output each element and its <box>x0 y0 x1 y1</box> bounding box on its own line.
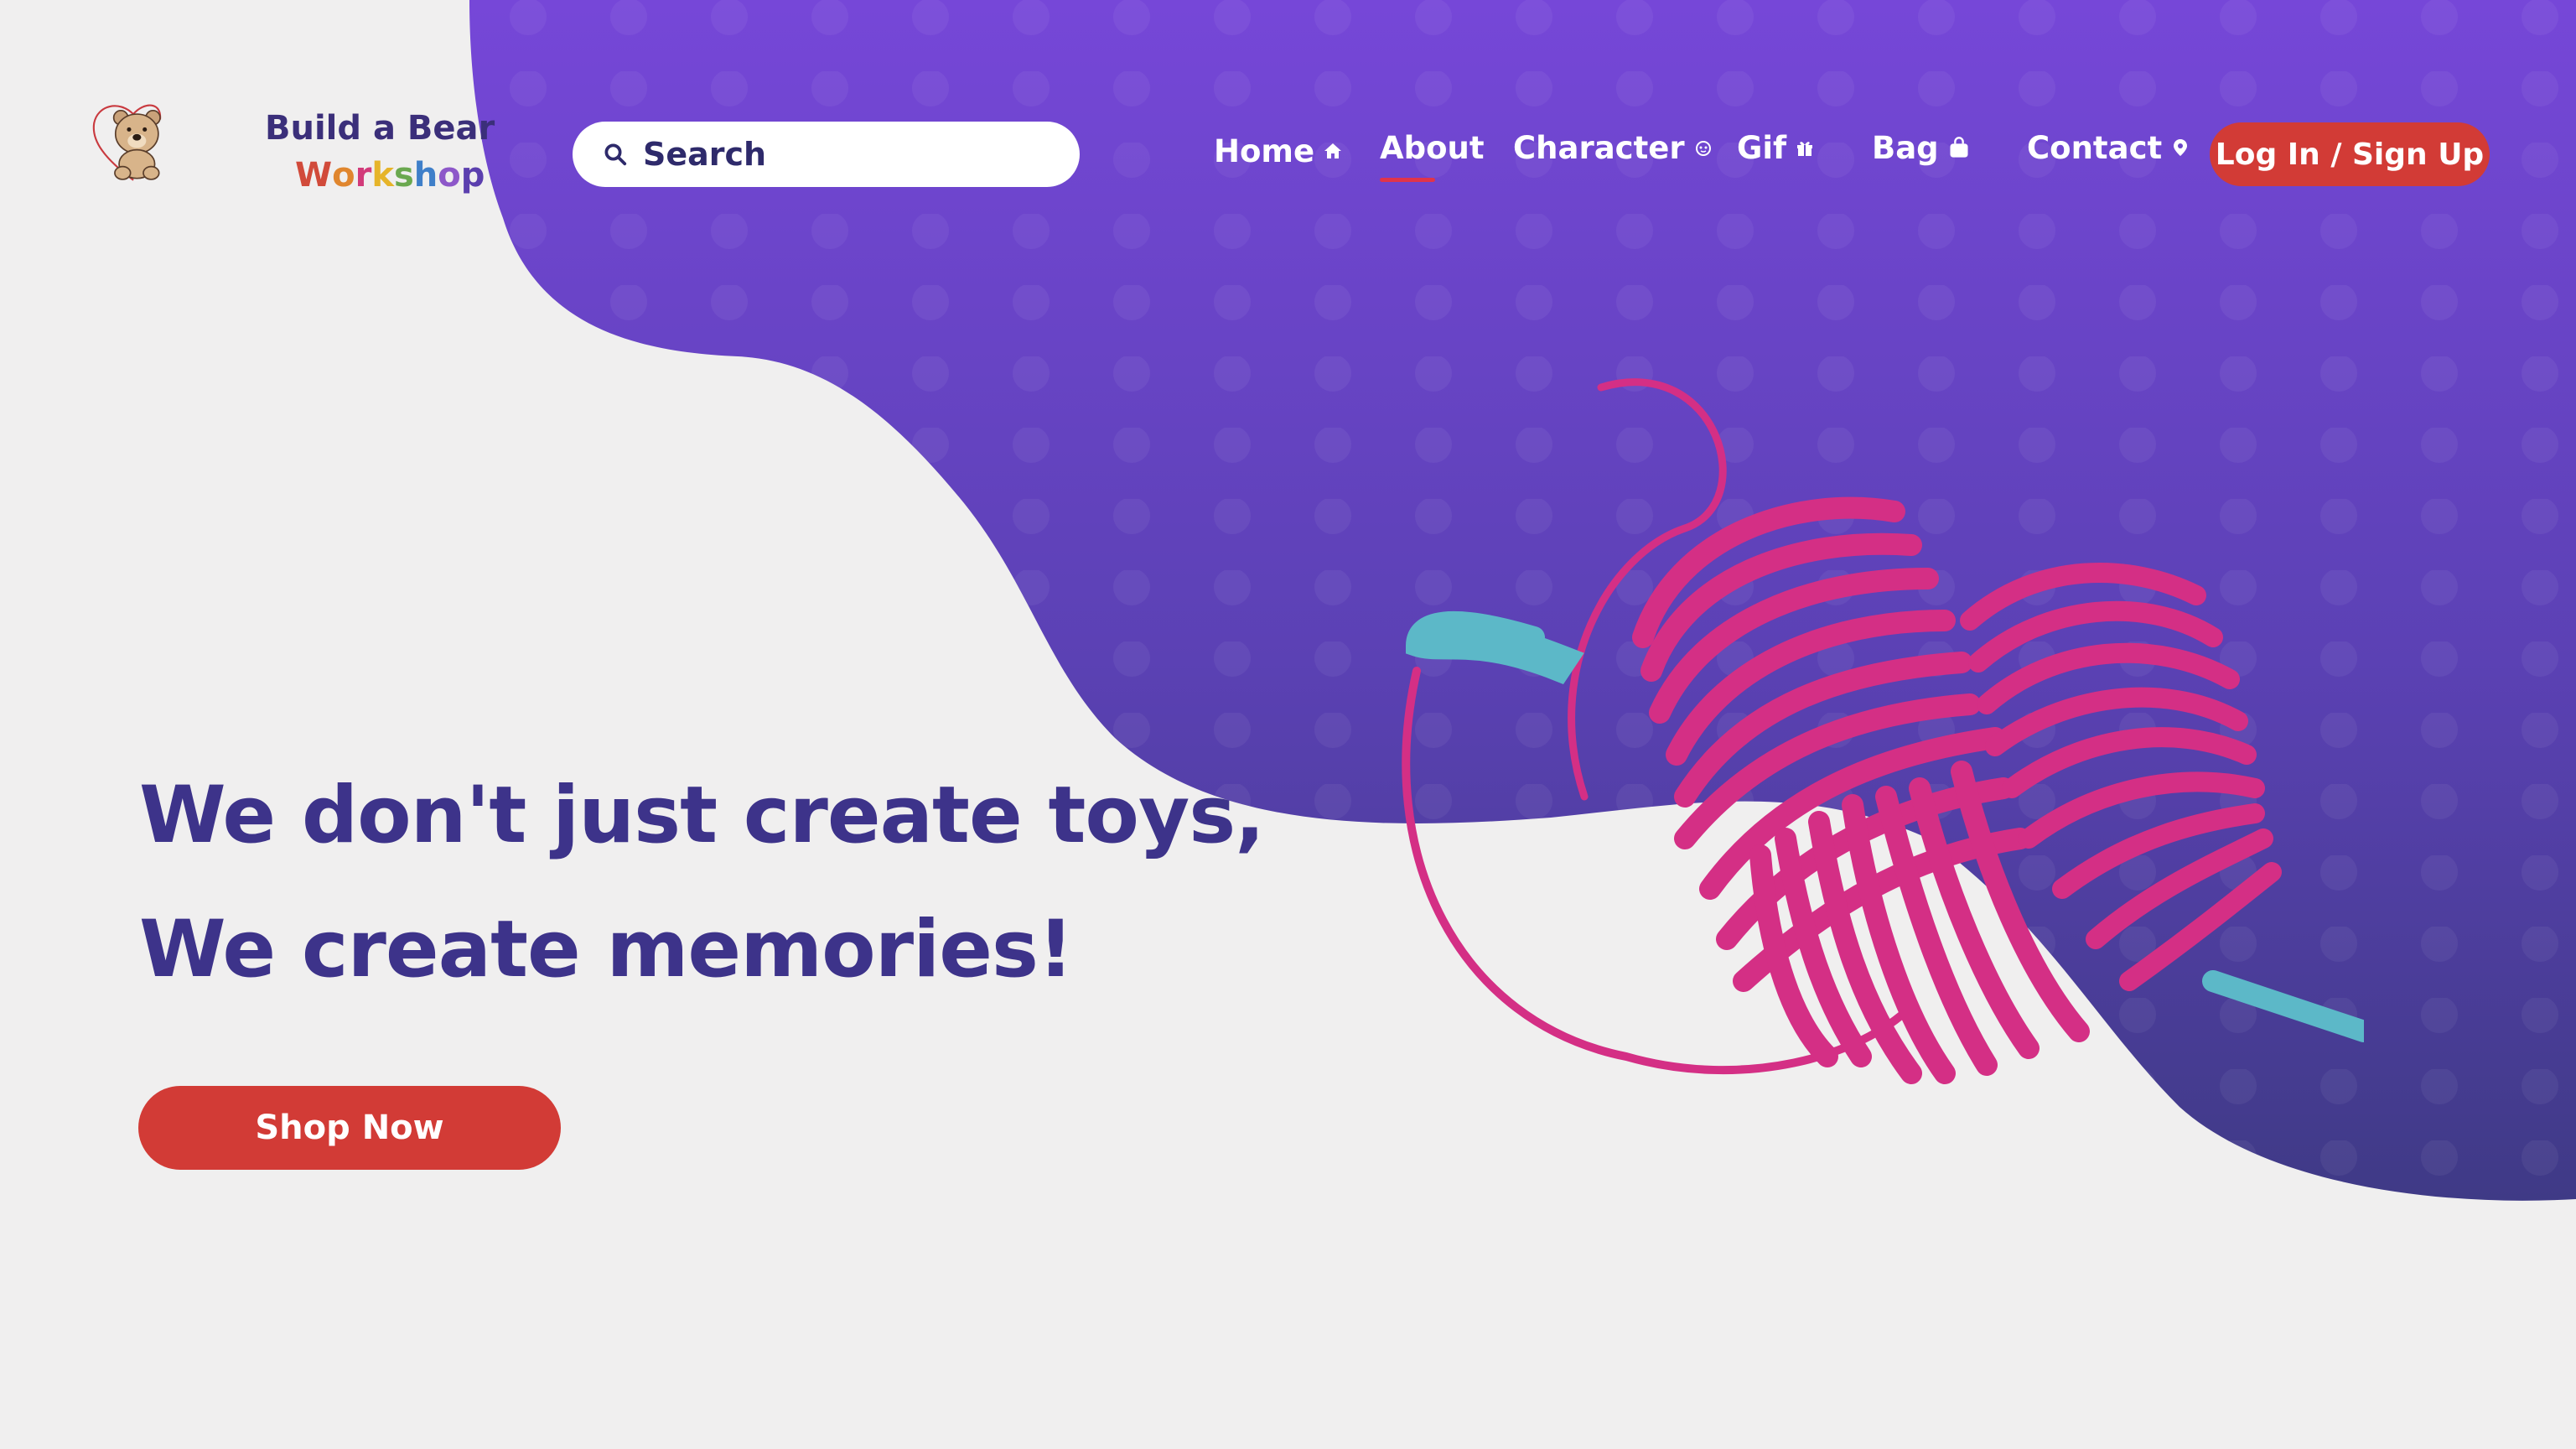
nav-home-label: Home <box>1214 132 1315 169</box>
search-input[interactable] <box>641 135 1047 174</box>
search-icon <box>604 143 627 166</box>
hero-headline-line1: We don't just create toys, <box>139 770 1265 861</box>
logo-letter: o <box>332 156 355 195</box>
nav-about[interactable]: About <box>1380 122 1485 173</box>
crochet-needle-right <box>2202 970 2364 1042</box>
hero-headline-line2: We create memories! <box>139 904 1074 995</box>
gift-icon <box>1797 142 1813 156</box>
login-signup-button[interactable]: Log In / Sign Up <box>2210 122 2490 186</box>
nav-home[interactable]: Home <box>1214 126 1343 176</box>
logo-letter: s <box>393 156 414 195</box>
logo-letter: p <box>460 156 485 195</box>
logo-text-build-a-bear: Build a Bear <box>265 109 495 148</box>
shop-now-button[interactable]: Shop Now <box>138 1086 561 1170</box>
search-bar[interactable] <box>573 122 1080 187</box>
bag-icon <box>1950 137 1968 158</box>
nav-character-label: Character <box>1513 129 1685 166</box>
logo-text-workshop: Workshop <box>295 156 485 195</box>
location-pin-icon <box>2174 139 2188 156</box>
logo-letter: r <box>355 156 372 195</box>
nav-gif[interactable]: Gif <box>1737 122 1815 173</box>
logo-letter: o <box>438 156 461 195</box>
nav-contact[interactable]: Contact <box>2027 122 2190 173</box>
nav-gif-label: Gif <box>1737 129 1787 166</box>
nav-contact-label: Contact <box>2027 129 2163 166</box>
logo-letter: h <box>413 156 438 195</box>
crochet-needle-left <box>1405 610 1584 684</box>
teddy-bear-heart-logo-icon <box>92 104 162 181</box>
logo-letter: W <box>295 156 333 195</box>
nav-bag[interactable]: Bag <box>1872 122 1971 173</box>
character-icon <box>1695 141 1711 156</box>
active-nav-underline <box>1380 178 1435 182</box>
nav-about-label: About <box>1380 129 1485 166</box>
nav-bag-label: Bag <box>1872 129 1939 166</box>
nav-character[interactable]: Character <box>1513 122 1713 173</box>
home-icon <box>1324 143 1342 158</box>
logo-letter: k <box>371 156 394 195</box>
yarn-heart-illustration <box>1402 378 2364 1084</box>
